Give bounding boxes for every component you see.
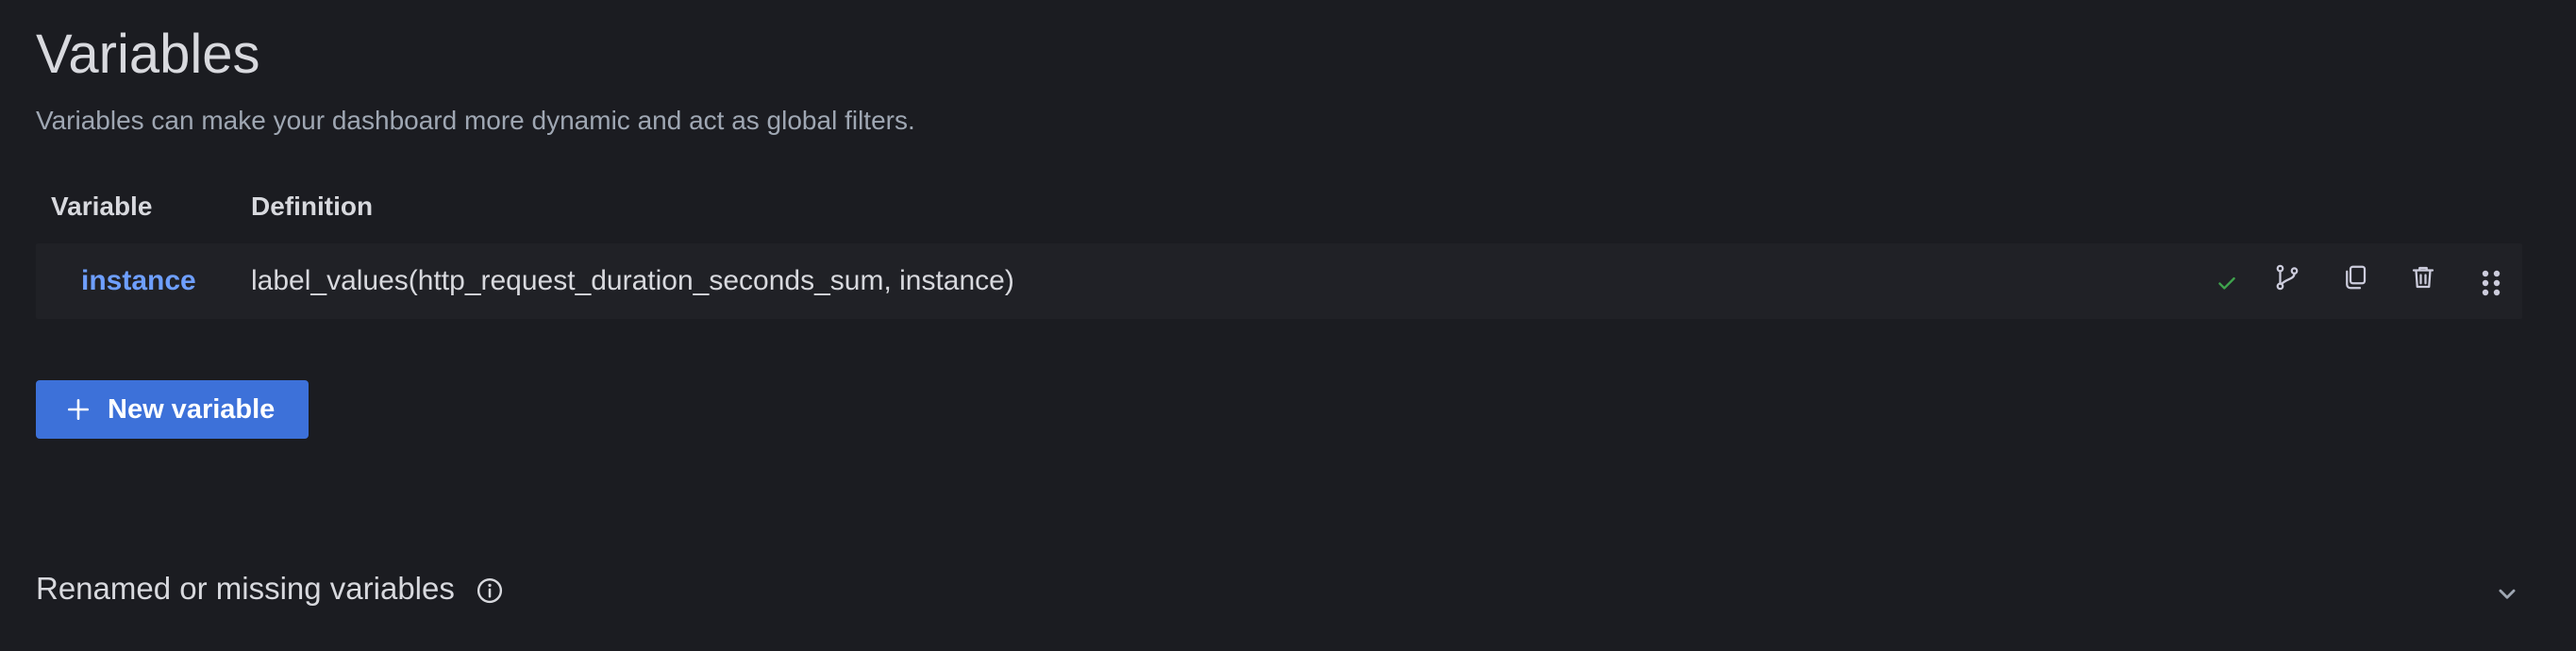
page-title: Variables: [36, 24, 260, 85]
drag-handle-icon[interactable]: [2472, 264, 2510, 302]
variables-page: Variables Variables can make your dashbo…: [0, 0, 2576, 651]
variable-definition: label_values(http_request_duration_secon…: [251, 265, 1014, 296]
column-header-variable: Variable: [51, 192, 153, 221]
info-icon[interactable]: [476, 576, 504, 605]
page-subtitle: Variables can make your dashboard more d…: [36, 106, 915, 135]
new-variable-label: New variable: [108, 394, 276, 425]
chevron-down-icon[interactable]: [2491, 577, 2523, 609]
plus-icon: [67, 398, 90, 421]
table-row: instance label_values(http_request_durat…: [36, 243, 2522, 319]
duplicate-icon[interactable]: [2268, 259, 2306, 296]
check-icon: [2208, 264, 2246, 302]
variable-name-link[interactable]: instance: [81, 261, 196, 301]
column-header-definition: Definition: [251, 192, 374, 221]
trash-icon[interactable]: [2404, 259, 2442, 296]
renamed-missing-variables-header[interactable]: Renamed or missing variables: [36, 566, 455, 611]
new-variable-button[interactable]: New variable: [36, 380, 309, 439]
copy-icon[interactable]: [2336, 259, 2374, 296]
